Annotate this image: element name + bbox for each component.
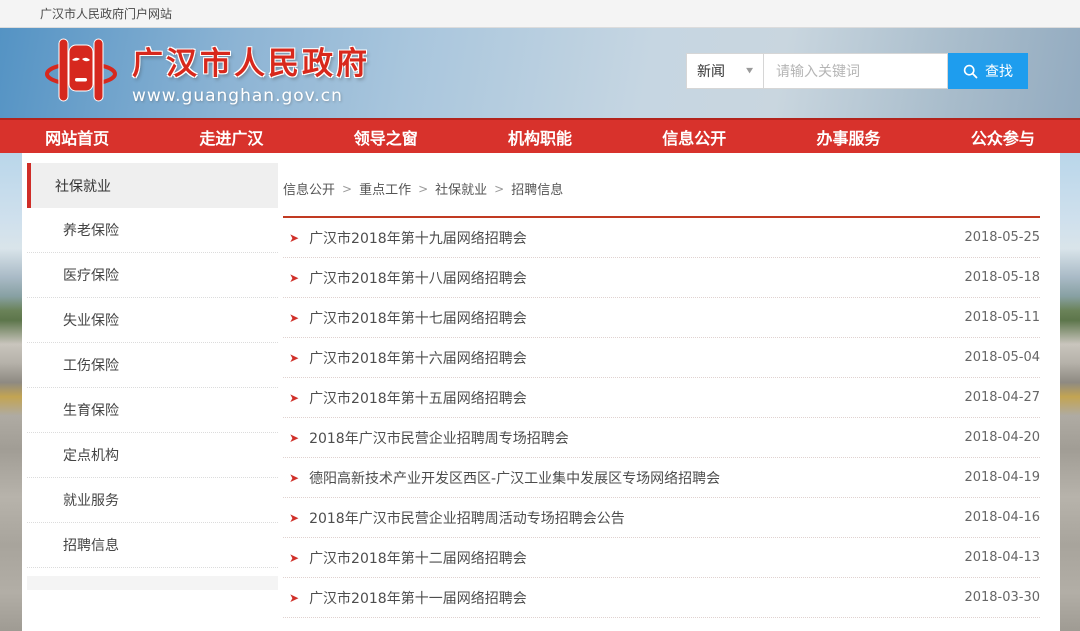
news-date: 2018-05-25 [964, 230, 1040, 245]
brand-text: 广汉市人民政府 www.guanghan.gov.cn [132, 38, 370, 106]
news-link[interactable]: 德阳高新技术产业开发区西区-广汉工业集中发展区专场网络招聘会 [309, 468, 964, 488]
list-item: ➤ 广汉市2018年第十二届网络招聘会 2018-04-13 [283, 538, 1040, 578]
portal-topbar-text: 广汉市人民政府门户网站 [40, 5, 172, 22]
site-brand[interactable]: 广汉市人民政府 www.guanghan.gov.cn [44, 34, 370, 110]
sidebar-item-medical[interactable]: 医疗保险 [27, 253, 278, 298]
arrow-bullet-icon: ➤ [289, 352, 299, 364]
site-url: www.guanghan.gov.cn [132, 86, 370, 106]
nav-item-info-disclosure[interactable]: 信息公开 [617, 120, 771, 153]
search-icon [963, 64, 978, 79]
list-item: ➤ 广汉市2018年第十五届网络招聘会 2018-04-27 [283, 378, 1040, 418]
nav-item-leaders[interactable]: 领导之窗 [309, 120, 463, 153]
arrow-bullet-icon: ➤ [289, 272, 299, 284]
news-date: 2018-04-13 [964, 550, 1040, 565]
sidebar-footer-strip [27, 576, 278, 590]
news-date: 2018-05-18 [964, 270, 1040, 285]
list-item: ➤ 2018年广汉市民营企业招聘周专场招聘会 2018-04-20 [283, 418, 1040, 458]
sidebar-item-work-injury[interactable]: 工伤保险 [27, 343, 278, 388]
sidebar-item-employment-services[interactable]: 就业服务 [27, 478, 278, 523]
sidebar-item-maternity[interactable]: 生育保险 [27, 388, 278, 433]
search-category-value: 新闻 [697, 61, 725, 81]
sidebar: 社保就业 养老保险 医疗保险 失业保险 工伤保险 生育保险 定点机构 就业服务 … [22, 153, 278, 631]
arrow-bullet-icon: ➤ [289, 312, 299, 324]
search-category-select[interactable]: 新闻 ▼ [686, 53, 764, 89]
news-link[interactable]: 广汉市2018年第十五届网络招聘会 [309, 388, 964, 408]
site-header: 广汉市人民政府 www.guanghan.gov.cn 新闻 ▼ 查找 [0, 28, 1080, 118]
nav-item-about[interactable]: 走进广汉 [154, 120, 308, 153]
chevron-down-icon: ▼ [746, 67, 753, 75]
news-link[interactable]: 广汉市2018年第十二届网络招聘会 [309, 548, 964, 568]
arrow-bullet-icon: ➤ [289, 592, 299, 604]
news-link[interactable]: 广汉市2018年第十一届网络招聘会 [309, 588, 964, 608]
news-link[interactable]: 广汉市2018年第十八届网络招聘会 [309, 268, 964, 288]
list-item: ➤ 广汉市2018年第十七届网络招聘会 2018-05-11 [283, 298, 1040, 338]
sidebar-item-job-info[interactable]: 招聘信息 [27, 523, 278, 568]
breadcrumb-separator: > [418, 182, 428, 196]
breadcrumb-key-work[interactable]: 重点工作 [359, 179, 411, 198]
news-date: 2018-03-30 [964, 590, 1040, 605]
sidebar-title: 社保就业 [27, 163, 278, 208]
news-link[interactable]: 广汉市2018年第十七届网络招聘会 [309, 308, 964, 328]
news-date: 2018-05-04 [964, 350, 1040, 365]
sidebar-item-designated-agencies[interactable]: 定点机构 [27, 433, 278, 478]
arrow-bullet-icon: ➤ [289, 472, 299, 484]
list-item: ➤ 广汉市2018年第十八届网络招聘会 2018-05-18 [283, 258, 1040, 298]
news-link[interactable]: 2018年广汉市民营企业招聘周活动专场招聘会公告 [309, 508, 964, 528]
nav-item-participation[interactable]: 公众参与 [926, 120, 1080, 153]
breadcrumb-separator: > [342, 182, 352, 196]
news-date: 2018-04-27 [964, 390, 1040, 405]
search-input[interactable] [764, 53, 948, 89]
breadcrumb-social-security[interactable]: 社保就业 [435, 179, 487, 198]
arrow-bullet-icon: ➤ [289, 512, 299, 524]
breadcrumb: 信息公开 > 重点工作 > 社保就业 > 招聘信息 [283, 179, 1040, 198]
list-item: ➤ 2018年广汉市民营企业招聘周活动专场招聘会公告 2018-04-16 [283, 498, 1040, 538]
breadcrumb-current-page: 招聘信息 [511, 179, 563, 198]
main-panel: 信息公开 > 重点工作 > 社保就业 > 招聘信息 ➤ 广汉市2018年第十九届… [283, 153, 1060, 631]
sidebar-item-unemployment[interactable]: 失业保险 [27, 298, 278, 343]
arrow-bullet-icon: ➤ [289, 552, 299, 564]
list-item: ➤ 广汉市2018年第十一届网络招聘会 2018-03-30 [283, 578, 1040, 618]
news-date: 2018-04-16 [964, 510, 1040, 525]
news-link[interactable]: 2018年广汉市民营企业招聘周专场招聘会 [309, 428, 964, 448]
breadcrumb-separator: > [494, 182, 504, 196]
main-nav: 网站首页 走进广汉 领导之窗 机构职能 信息公开 办事服务 公众参与 [0, 118, 1080, 153]
news-date: 2018-04-20 [964, 430, 1040, 445]
list-item: ➤ 广汉市2018年第十九届网络招聘会 2018-05-25 [283, 218, 1040, 258]
news-link[interactable]: 广汉市2018年第十六届网络招聘会 [309, 348, 964, 368]
breadcrumb-info-disclosure[interactable]: 信息公开 [283, 179, 335, 198]
arrow-bullet-icon: ➤ [289, 232, 299, 244]
arrow-bullet-icon: ➤ [289, 392, 299, 404]
site-search: 新闻 ▼ 查找 [686, 53, 1028, 89]
list-item: ➤ 德阳高新技术产业开发区西区-广汉工业集中发展区专场网络招聘会 2018-04… [283, 458, 1040, 498]
search-button-label: 查找 [985, 61, 1013, 81]
list-item: ➤ 广汉市2018年第十六届网络招聘会 2018-05-04 [283, 338, 1040, 378]
site-title: 广汉市人民政府 [132, 38, 370, 83]
arrow-bullet-icon: ➤ [289, 432, 299, 444]
content-card: 社保就业 养老保险 医疗保险 失业保险 工伤保险 生育保险 定点机构 就业服务 … [22, 153, 1060, 631]
portal-topbar: 广汉市人民政府门户网站 [0, 0, 1080, 28]
government-logo-icon [44, 34, 118, 110]
nav-item-functions[interactable]: 机构职能 [463, 120, 617, 153]
nav-item-home[interactable]: 网站首页 [0, 120, 154, 153]
sidebar-item-pension[interactable]: 养老保险 [27, 208, 278, 253]
news-date: 2018-05-11 [964, 310, 1040, 325]
search-button[interactable]: 查找 [948, 53, 1028, 89]
nav-item-services[interactable]: 办事服务 [771, 120, 925, 153]
news-link[interactable]: 广汉市2018年第十九届网络招聘会 [309, 228, 964, 248]
news-date: 2018-04-19 [964, 470, 1040, 485]
